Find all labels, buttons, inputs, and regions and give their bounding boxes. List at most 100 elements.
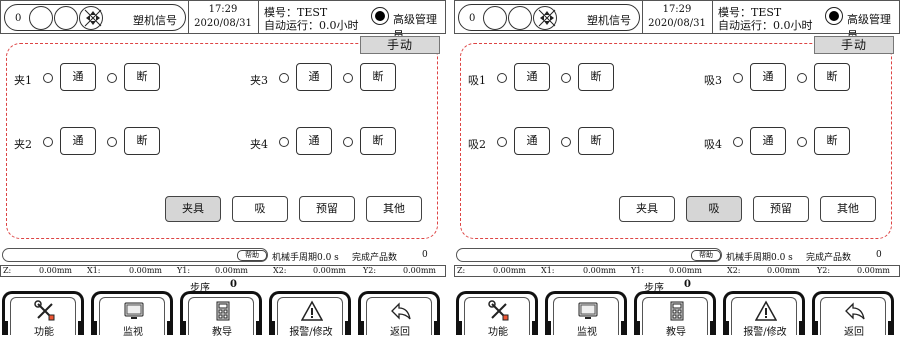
nav-label: 报警/修改	[289, 327, 333, 338]
info-bar: 帮助 机械手周期0.0 s 完成产品数 0	[454, 248, 900, 264]
axis-name: X1:	[87, 266, 101, 275]
on-button[interactable]: 通	[296, 63, 332, 91]
output-label: 吸1	[468, 74, 486, 87]
message-box: 帮助	[456, 248, 722, 262]
nav-inner: 功能	[10, 297, 76, 338]
status-indicator	[497, 73, 507, 83]
header-bar: 0 塑机信号 17:29 2020/08/31 模号：TEST 自动运行：0.0…	[0, 0, 446, 42]
clock-date: 2020/08/31	[648, 18, 706, 29]
help-button[interactable]: 帮助	[691, 250, 721, 261]
output-label: 夹3	[250, 74, 268, 87]
record-indicator-icon	[371, 7, 389, 25]
nav-back-button[interactable]: 返回	[812, 291, 894, 338]
nav-alarm-edit-button[interactable]: 报警/修改	[723, 291, 805, 338]
tools-icon	[488, 300, 510, 322]
help-button[interactable]: 帮助	[237, 250, 267, 261]
nav-label: 功能	[488, 327, 508, 338]
nav-alarm-edit-button[interactable]: 报警/修改	[269, 291, 351, 338]
on-button[interactable]: 通	[60, 127, 96, 155]
clock-time: 17:29	[208, 4, 238, 15]
off-button[interactable]: 断	[814, 63, 850, 91]
nav-monitor-button[interactable]: 监视	[91, 291, 173, 338]
header-value: 0	[15, 13, 22, 24]
nav-inner: 返回	[820, 297, 886, 338]
nav-back-button[interactable]: 返回	[358, 291, 440, 338]
divider	[712, 1, 713, 33]
status-indicator	[733, 137, 743, 147]
off-button[interactable]: 断	[360, 63, 396, 91]
status-indicator	[279, 73, 289, 83]
category-fixture-tab[interactable]: 夹具	[165, 196, 221, 222]
status-indicator	[797, 73, 807, 83]
nav-label: 监视	[123, 327, 143, 338]
clock-date: 2020/08/31	[194, 18, 252, 29]
axis-value: 0.00mm	[669, 266, 702, 275]
machine-signal-label: 塑机信号	[133, 14, 177, 27]
output-label: 夹1	[14, 74, 32, 87]
status-indicator	[343, 73, 353, 83]
off-button[interactable]: 断	[124, 127, 160, 155]
on-button[interactable]: 通	[514, 127, 550, 155]
nav-label: 教导	[666, 327, 686, 338]
axis-value: 0.00mm	[857, 266, 890, 275]
off-button[interactable]: 断	[578, 127, 614, 155]
on-button[interactable]: 通	[296, 127, 332, 155]
nav-inner: 返回	[366, 297, 432, 338]
category-suction-tab[interactable]: 吸	[232, 196, 288, 222]
message-box: 帮助	[2, 248, 268, 262]
info-bar: 帮助 机械手周期0.0 s 完成产品数 0	[0, 248, 446, 264]
nav-teach-button[interactable]: 教导	[180, 291, 262, 338]
off-button[interactable]: 断	[124, 63, 160, 91]
back-arrow-icon	[844, 300, 866, 322]
off-button[interactable]: 断	[814, 127, 850, 155]
category-other-tab[interactable]: 其他	[820, 196, 876, 222]
nav-inner: 监视	[99, 297, 165, 338]
warning-icon	[754, 300, 778, 322]
axis-name: Y2:	[363, 266, 377, 275]
axis-value: 0.00mm	[403, 266, 436, 275]
axis-value: 0.00mm	[129, 266, 162, 275]
nav-monitor-button[interactable]: 监视	[545, 291, 627, 338]
category-reserved-tab[interactable]: 预留	[753, 196, 809, 222]
category-fixture-tab[interactable]: 夹具	[619, 196, 675, 222]
axis-value: 0.00mm	[583, 266, 616, 275]
nav-label: 报警/修改	[743, 327, 787, 338]
on-button[interactable]: 通	[514, 63, 550, 91]
status-indicator	[497, 137, 507, 147]
category-suction-tab[interactable]: 吸	[686, 196, 742, 222]
step-value: 0	[230, 279, 237, 290]
nav-teach-button[interactable]: 教导	[634, 291, 716, 338]
output-label: 夹2	[14, 138, 32, 151]
status-indicator	[107, 137, 117, 147]
finished-count-value: 0	[422, 250, 428, 260]
axis-name: Z:	[3, 266, 12, 275]
status-indicator	[343, 137, 353, 147]
off-button[interactable]: 断	[360, 127, 396, 155]
signal-lamp-1	[483, 6, 507, 30]
nav-inner: 报警/修改	[277, 297, 343, 338]
on-button[interactable]: 通	[60, 63, 96, 91]
axis-name: Z:	[457, 266, 466, 275]
output-label: 吸2	[468, 138, 486, 151]
off-button[interactable]: 断	[578, 63, 614, 91]
output-label: 夹4	[250, 138, 268, 151]
category-reserved-tab[interactable]: 预留	[299, 196, 355, 222]
nav-function-button[interactable]: 功能	[456, 291, 538, 338]
category-other-tab[interactable]: 其他	[366, 196, 422, 222]
mode-tab-manual[interactable]: 手动	[360, 36, 440, 54]
status-indicator	[561, 137, 571, 147]
nav-inner: 教导	[188, 297, 254, 338]
auto-run-time: 自动运行：0.0小时	[264, 19, 359, 32]
axis-position-bar: Z: 0.00mm X1: 0.00mm Y1: 0.00mm X2: 0.00mm Y2: 0.…	[0, 265, 446, 277]
axis-position-bar: Z: 0.00mm X1: 0.00mm Y1: 0.00mm X2: 0.00mm Y2: 0.…	[454, 265, 900, 277]
nav-label: 返回	[390, 327, 410, 338]
axis-name: Y2:	[817, 266, 831, 275]
status-indicator	[107, 73, 117, 83]
on-button[interactable]: 通	[750, 127, 786, 155]
status-indicator	[279, 137, 289, 147]
signal-lamp-2	[508, 6, 532, 30]
nav-function-button[interactable]: 功能	[2, 291, 84, 338]
axis-value: 0.00mm	[215, 266, 248, 275]
on-button[interactable]: 通	[750, 63, 786, 91]
mode-tab-manual[interactable]: 手动	[814, 36, 894, 54]
